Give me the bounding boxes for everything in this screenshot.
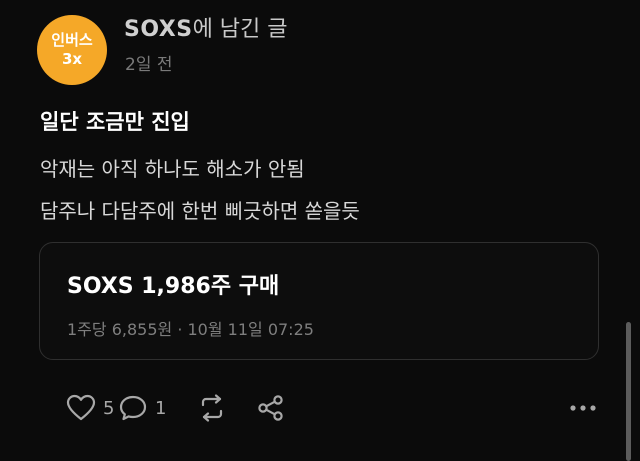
trade-title: SOXS 1,986주 구매 [67, 274, 280, 299]
repost-button[interactable] [197, 390, 227, 426]
post-body-line: 악재는 아직 하나도 해소가 안됨 [40, 157, 305, 181]
like-button[interactable]: 5 [66, 390, 114, 426]
post-body-line: 담주나 다담주에 한번 삐긋하면 쏟을듯 [40, 199, 360, 223]
post-screen: 인버스 3x SOXS에 남긴 글 2일 전 일단 조금만 진입 악재는 아직 … [0, 0, 640, 461]
comment-icon [118, 394, 148, 422]
stock-ticker-link[interactable]: SOXS [124, 17, 193, 42]
share-button[interactable] [256, 390, 286, 426]
avatar[interactable]: 인버스 3x [37, 15, 107, 85]
post-timestamp: 2일 전 [125, 55, 173, 75]
comment-count: 1 [155, 397, 167, 419]
post-title-suffix: 에 남긴 글 [192, 17, 288, 42]
repost-icon [197, 393, 227, 423]
like-count: 5 [103, 397, 115, 419]
heart-icon [66, 394, 96, 422]
action-bar: 5 1 [0, 390, 640, 430]
more-options-button[interactable] [569, 390, 597, 426]
scrollbar[interactable] [626, 322, 631, 461]
post-title[interactable]: SOXS에 남긴 글 [124, 11, 288, 43]
trade-card[interactable]: SOXS 1,986주 구매 1주당 6,855원 · 10월 11일 07:2… [39, 242, 599, 360]
avatar-label-line2: 3x [61, 50, 83, 68]
share-icon [256, 393, 286, 423]
avatar-label-line1: 인버스 [51, 31, 93, 49]
more-icon [569, 403, 597, 413]
post-headline: 일단 조금만 진입 [40, 110, 190, 134]
comment-button[interactable]: 1 [118, 390, 166, 426]
trade-meta: 1주당 6,855원 · 10월 11일 07:25 [67, 320, 314, 339]
